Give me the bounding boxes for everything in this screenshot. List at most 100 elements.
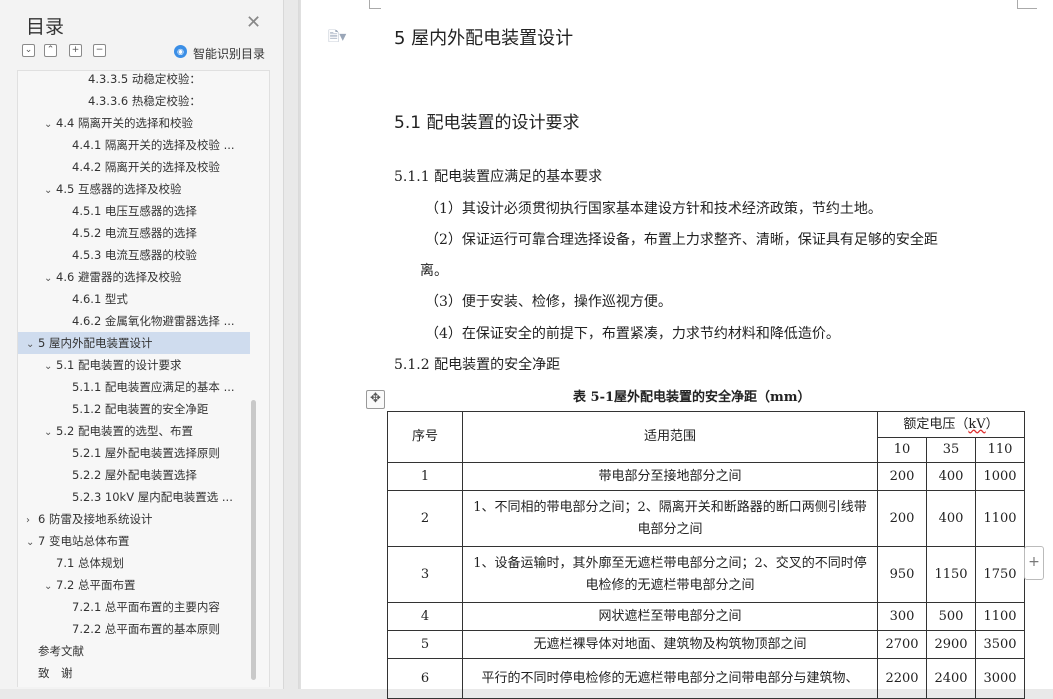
chevron-down-icon[interactable]: ⌄ <box>44 180 56 202</box>
toc-item[interactable]: 5.2.2 屋外配电装置选择 <box>18 464 268 486</box>
smart-toc-icon[interactable]: ◉ <box>174 45 187 58</box>
smart-toc-button[interactable]: 智能识别目录 <box>193 45 265 62</box>
chevron-down-icon[interactable]: ⌄ <box>26 334 38 356</box>
table-cell-index: 3 <box>387 546 463 603</box>
toc-item[interactable]: 参考文献 <box>18 640 268 662</box>
toc-item[interactable]: 4.3.3.5 动稳定校验： <box>18 71 268 90</box>
table-cell-110kv: 1000 <box>975 462 1025 491</box>
toc-item[interactable]: 4.6.2 金属氧化物避雷器选择 ... <box>18 310 268 332</box>
toc-item-label: 4.3.3.5 动稳定校验： <box>88 72 201 86</box>
add-column-button[interactable]: + <box>1024 546 1044 580</box>
toc-item[interactable]: ⌄ 5.2 配电装置的选型、布置 <box>18 420 268 442</box>
paragraph: （1）其设计必须贯彻执行国家基本建设方针和技术经济政策，节约土地。 <box>425 201 882 217</box>
chevron-down-icon[interactable]: ⌄ <box>44 268 56 290</box>
toc-item[interactable]: 5.1.2 配电装置的安全净距 <box>18 398 268 420</box>
toc-item[interactable]: 5.1.1 配电装置应满足的基本 ... <box>18 376 268 398</box>
remove-heading-icon[interactable]: − <box>93 44 106 57</box>
close-icon[interactable]: ✕ <box>246 12 261 33</box>
toc-item-label: 4.5 互感器的选择及校验 <box>56 182 182 196</box>
voltage-unit: kV <box>968 416 986 432</box>
toc-item[interactable]: 4.6.1 型式 <box>18 288 268 310</box>
paragraph: 离。 <box>420 263 448 279</box>
toc-item-label: 7.2.1 总平面布置的主要内容 <box>72 600 220 614</box>
toc-item-label: 7.2 总平面布置 <box>56 578 136 592</box>
toc-scrollbar[interactable] <box>251 400 256 680</box>
table-cell-10kv: 2200 <box>877 658 927 699</box>
table-cell-35kv: 400 <box>926 490 976 547</box>
toc-item-label: 4.6 避雷器的选择及校验 <box>56 270 182 284</box>
toc-item[interactable]: ⌄ 5.1 配电装置的设计要求 <box>18 354 268 376</box>
toc-item-label: 4.5.3 电流互感器的校验 <box>72 248 197 262</box>
document-page[interactable]: 🗎▾ 5 屋内外配电装置设计 5.1 配电装置的设计要求 5.1.1 配电装置应… <box>301 0 1053 699</box>
table-cell-10kv: 200 <box>877 490 927 547</box>
table-cell-range: 1、不同相的带电部分之间；2、隔离开关和断路器的断口两侧引线带电部分之间 <box>462 490 878 547</box>
table-cell-10kv: 300 <box>877 602 927 631</box>
chapter-heading: 5 屋内外配电装置设计 <box>394 28 574 49</box>
table-cell-110kv: 1100 <box>975 490 1025 547</box>
table-cell-index: 1 <box>387 462 463 491</box>
table-cell-35kv: 2400 <box>926 658 976 699</box>
collapse-all-icon[interactable]: ⌄ <box>22 44 35 57</box>
toc-item-label: 4.6.1 型式 <box>72 292 128 306</box>
table-cell-10kv: 2700 <box>877 630 927 659</box>
page-corner-mark <box>369 0 370 8</box>
toc-item[interactable]: 7.1 总体规划 <box>18 552 268 574</box>
page-corner-mark <box>1017 0 1018 8</box>
toc-item-label: 5.2 配电装置的选型、布置 <box>56 424 193 438</box>
toc-item[interactable]: 7.2.2 总平面布置的基本原则 <box>18 618 268 640</box>
toc-item[interactable]: 4.5.1 电压互感器的选择 <box>18 200 268 222</box>
toc-item[interactable]: 4.5.3 电流互感器的校验 <box>18 244 268 266</box>
chevron-right-icon[interactable]: › <box>26 510 38 532</box>
expand-up-icon[interactable]: ⌃ <box>44 44 57 57</box>
toc-item[interactable]: 7.2.1 总平面布置的主要内容 <box>18 596 268 618</box>
chevron-down-icon[interactable]: ⌄ <box>44 114 56 136</box>
toc-item[interactable]: ⌄ 4.6 避雷器的选择及校验 <box>18 266 268 288</box>
subsection-heading: 5.1.1 配电装置应满足的基本要求 <box>394 169 603 185</box>
table-header-35kv: 35 <box>926 437 976 463</box>
table-cell-110kv: 1100 <box>975 602 1025 631</box>
table-header-10kv: 10 <box>877 437 927 463</box>
toc-item[interactable]: 5.2.3 10kV 屋内配电装置选 ... <box>18 486 268 508</box>
toc-item-label: 7.2.2 总平面布置的基本原则 <box>72 622 220 636</box>
toc-item-label: 7 变电站总体布置 <box>38 534 130 548</box>
toc-item-label: 6 防雷及接地系统设计 <box>38 512 153 526</box>
toc-item[interactable]: 5.2.1 屋外配电装置选择原则 <box>18 442 268 464</box>
chevron-down-icon[interactable]: ⌄ <box>26 532 38 554</box>
chevron-down-icon[interactable]: ⌄ <box>44 356 56 378</box>
toc-item-label: 5.2.1 屋外配电装置选择原则 <box>72 446 220 460</box>
toc-item[interactable]: 4.3.3.6 热稳定校验： <box>18 90 268 112</box>
toc-item-label: 5.1 配电装置的设计要求 <box>56 358 182 372</box>
toc-item[interactable]: 4.4.1 隔离开关的选择及校验 ... <box>18 134 268 156</box>
toc-item[interactable]: ⌄ 4.4 隔离开关的选择和校验 <box>18 112 268 134</box>
add-heading-icon[interactable]: + <box>69 44 82 57</box>
toc-item[interactable]: ⌄ 5 屋内外配电装置设计 <box>18 332 250 354</box>
toc-item[interactable]: ⌄ 7.2 总平面布置 <box>18 574 268 596</box>
table-cell-index: 5 <box>387 630 463 659</box>
toc-item[interactable]: 4.5.2 电流互感器的选择 <box>18 222 268 244</box>
toc-item[interactable]: › 6 防雷及接地系统设计 <box>18 508 268 530</box>
toc-item-label: 5.2.3 10kV 屋内配电装置选 ... <box>72 490 233 504</box>
document-menu-icon[interactable]: 🗎▾ <box>328 26 346 50</box>
toc-item[interactable]: ⌄ 7 变电站总体布置 <box>18 530 268 552</box>
toc-item-label: 5.1.1 配电装置应满足的基本 ... <box>72 380 235 394</box>
table-caption: 表 5-1屋外配电装置的安全净距（mm） <box>573 390 811 405</box>
table-cell-110kv: 3000 <box>975 658 1025 699</box>
table-cell-range: 无遮栏裸导体对地面、建筑物及构筑物顶部之间 <box>462 630 878 659</box>
table-cell-range: 平行的不同时停电检修的无遮栏带电部分之间带电部分与建筑物、 <box>462 658 878 699</box>
chevron-down-icon[interactable]: ⌄ <box>44 422 56 444</box>
page-corner-mark <box>1017 8 1037 9</box>
toc-item-label: 7.1 总体规划 <box>56 556 124 570</box>
table-cell-range: 带电部分至接地部分之间 <box>462 462 878 491</box>
table-move-handle-icon[interactable]: ✥ <box>366 390 385 409</box>
table-cell-110kv: 3500 <box>975 630 1025 659</box>
toc-item-label: 4.5.1 电压互感器的选择 <box>72 204 197 218</box>
toc-item[interactable]: 4.4.2 隔离开关的选择及校验 <box>18 156 268 178</box>
toc-title: 目录 <box>26 16 65 38</box>
toc-item[interactable]: 致 谢 <box>18 662 268 684</box>
table-header-voltage: 额定电压（ kV） <box>877 411 1025 438</box>
table-cell-range: 1、设备运输时，其外廓至无遮栏带电部分之间；2、交叉的不同时停电检修的无遮栏带电… <box>462 546 878 603</box>
toc-item[interactable]: ⌄ 4.5 互感器的选择及校验 <box>18 178 268 200</box>
chevron-down-icon[interactable]: ⌄ <box>44 576 56 598</box>
toc-item-label: 5 屋内外配电装置设计 <box>38 336 153 350</box>
table-cell-10kv: 200 <box>877 462 927 491</box>
